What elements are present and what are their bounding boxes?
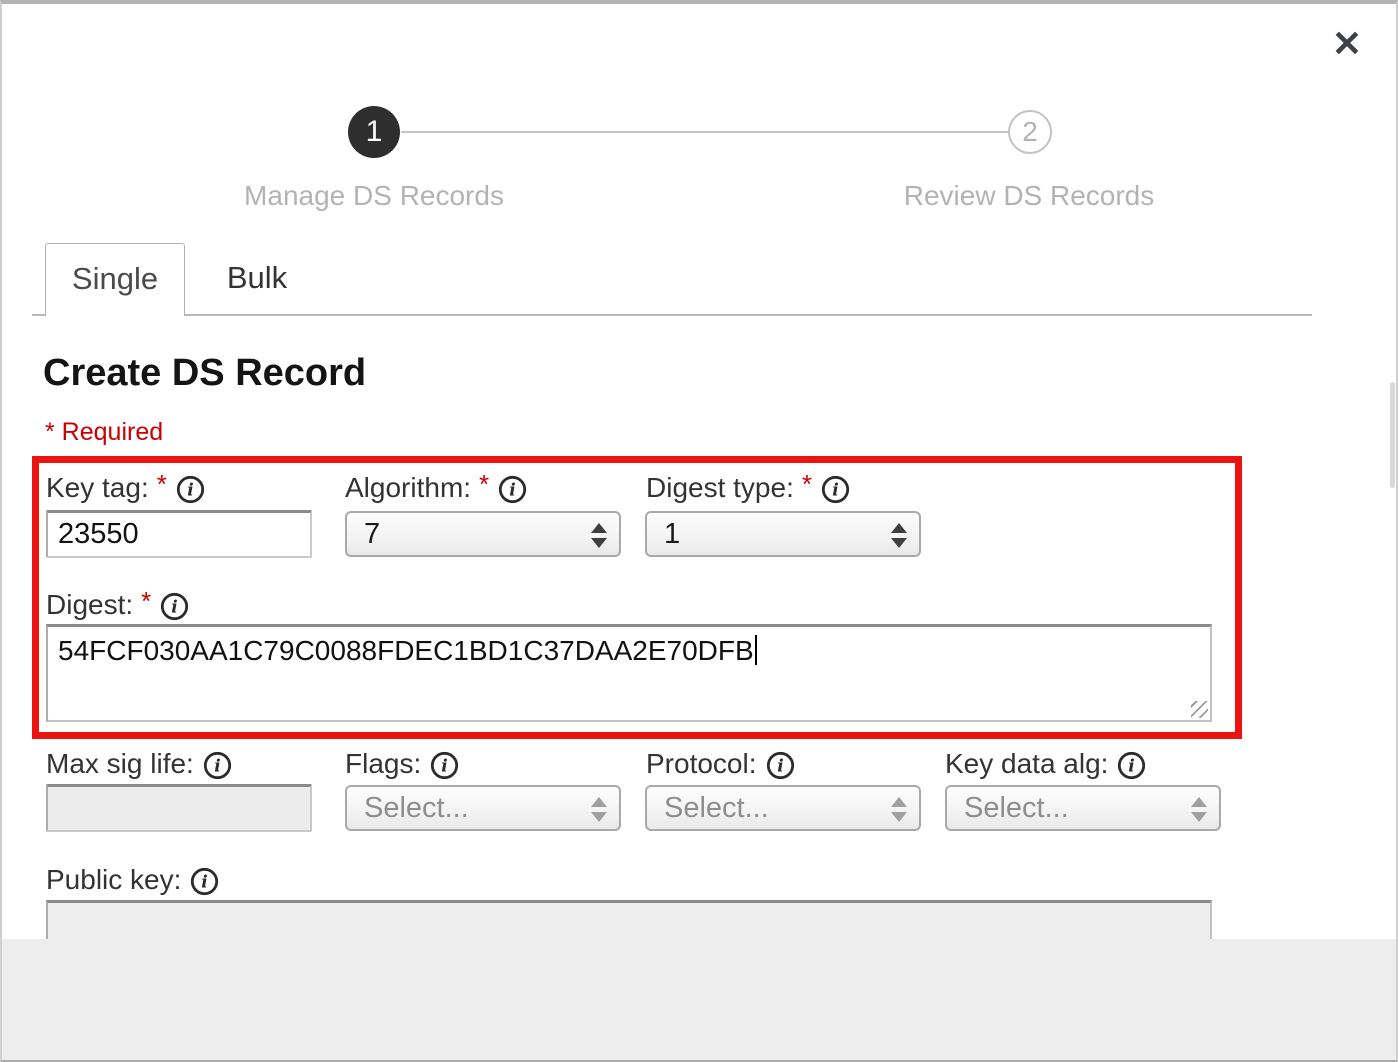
key-tag-label-text: Key tag: (46, 472, 149, 504)
protocol-select-value: Select... (664, 792, 769, 824)
scrollbar-thumb[interactable] (1390, 382, 1395, 488)
tab-single[interactable]: Single (45, 243, 185, 316)
select-arrows-icon (591, 791, 607, 827)
stepper-connector-line (401, 131, 1008, 133)
protocol-label: Protocol: i (646, 746, 796, 782)
key-data-alg-label: Key data alg: i (945, 746, 1147, 782)
algorithm-select[interactable]: 7 (345, 511, 621, 557)
algorithm-label: Algorithm: * i (345, 470, 528, 506)
public-key-label: Public key: i (46, 862, 220, 898)
required-note: * Required (45, 418, 163, 447)
digest-textarea[interactable]: 54FCF030AA1C79C0088FDEC1BD1C37DAA2E70DFB (46, 624, 1212, 722)
svg-text:i: i (442, 756, 448, 776)
info-icon[interactable]: i (497, 474, 528, 505)
select-arrows-icon (591, 517, 607, 553)
info-icon[interactable]: i (159, 591, 190, 622)
select-arrows-icon (1191, 791, 1207, 827)
select-arrows-icon (891, 791, 907, 827)
close-icon[interactable]: ✕ (1332, 26, 1362, 62)
digest-value: 54FCF030AA1C79C0088FDEC1BD1C37DAA2E70DFB (58, 635, 754, 666)
resize-handle[interactable] (1191, 701, 1208, 718)
step-1-label: Manage DS Records (204, 180, 544, 212)
digest-label: Digest: * i (46, 587, 190, 623)
required-asterisk: * (802, 469, 812, 500)
key-tag-input[interactable] (46, 510, 312, 558)
info-icon[interactable]: i (202, 750, 233, 781)
svg-text:i: i (172, 597, 178, 617)
flags-select-value: Select... (364, 792, 469, 824)
flags-select[interactable]: Select... (345, 785, 621, 831)
algorithm-select-value: 7 (364, 518, 380, 550)
digest-type-label-text: Digest type: (646, 472, 794, 504)
max-sig-life-input[interactable] (46, 784, 312, 832)
required-asterisk: * (157, 469, 167, 500)
svg-text:i: i (202, 872, 208, 892)
required-asterisk: * (479, 469, 489, 500)
select-arrows-icon (891, 517, 907, 553)
svg-text:i: i (1129, 756, 1135, 776)
key-tag-label: Key tag: * i (46, 470, 206, 506)
step-2-label: Review DS Records (859, 180, 1199, 212)
svg-text:i: i (832, 480, 838, 500)
text-cursor (755, 635, 757, 665)
info-icon[interactable]: i (189, 866, 220, 897)
protocol-label-text: Protocol: (646, 748, 757, 780)
flags-label: Flags: i (345, 746, 460, 782)
public-key-label-text: Public key: (46, 864, 181, 896)
info-icon[interactable]: i (175, 474, 206, 505)
info-icon[interactable]: i (1116, 750, 1147, 781)
key-data-alg-select-value: Select... (964, 792, 1069, 824)
svg-text:i: i (214, 756, 220, 776)
key-data-alg-label-text: Key data alg: (945, 748, 1108, 780)
algorithm-label-text: Algorithm: (345, 472, 471, 504)
svg-text:i: i (509, 480, 515, 500)
flags-label-text: Flags: (345, 748, 421, 780)
info-icon[interactable]: i (429, 750, 460, 781)
required-asterisk: * (141, 586, 151, 617)
max-sig-life-label-text: Max sig life: (46, 748, 194, 780)
svg-text:i: i (187, 480, 193, 500)
step-1-indicator: 1 (348, 106, 400, 158)
info-icon[interactable]: i (820, 474, 851, 505)
digest-type-select[interactable]: 1 (645, 511, 921, 557)
svg-text:i: i (777, 756, 783, 776)
digest-type-label: Digest type: * i (646, 470, 851, 506)
digest-type-select-value: 1 (664, 518, 680, 550)
create-ds-record-modal: ✕ 1 2 Manage DS Records Review DS Record… (0, 0, 1398, 1062)
max-sig-life-label: Max sig life: i (46, 746, 233, 782)
digest-label-text: Digest: (46, 589, 133, 621)
info-icon[interactable]: i (765, 750, 796, 781)
page-title: Create DS Record (43, 352, 366, 395)
protocol-select[interactable]: Select... (645, 785, 921, 831)
step-2-indicator: 2 (1008, 110, 1052, 154)
tab-bulk[interactable]: Bulk (185, 243, 329, 316)
key-data-alg-select[interactable]: Select... (945, 785, 1221, 831)
footer-bar: Cancel Back Next (2, 939, 1396, 1060)
